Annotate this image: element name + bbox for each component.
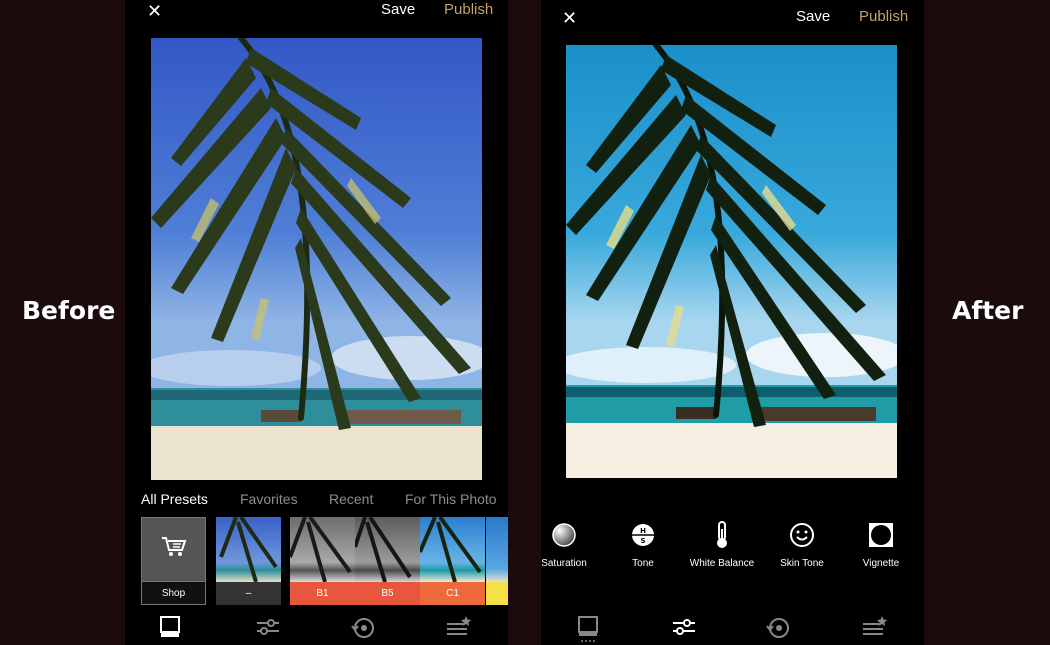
presets-icon[interactable] bbox=[577, 616, 607, 642]
history-icon[interactable] bbox=[765, 616, 795, 640]
preset-thumbnail bbox=[216, 517, 281, 583]
close-icon[interactable]: ✕ bbox=[562, 9, 577, 27]
tool-label: Tone bbox=[632, 558, 654, 569]
shop-preset-card[interactable]: Shop bbox=[141, 517, 206, 605]
adjust-sliders-icon[interactable] bbox=[255, 616, 285, 640]
preset-strip: Shop – B1 B5 C1 bbox=[141, 517, 508, 605]
tab-for-this-photo[interactable]: For This Photo bbox=[405, 491, 497, 507]
tool-label: Skin Tone bbox=[780, 558, 824, 569]
smiley-icon bbox=[757, 520, 847, 550]
thermometer-icon bbox=[677, 520, 767, 550]
tool-white-balance[interactable]: White Balance bbox=[677, 520, 767, 569]
after-phone-screen: ✕ Save Publish Saturation H S Tone White… bbox=[541, 0, 924, 645]
tool-tone[interactable]: HS Tone bbox=[598, 520, 688, 569]
preset-label-shop: Shop bbox=[142, 581, 205, 604]
preset-label-c1: C1 bbox=[420, 582, 485, 605]
tool-skin-tone[interactable]: Skin Tone bbox=[757, 520, 847, 569]
preset-c1-card[interactable]: C1 bbox=[420, 517, 485, 605]
tab-favorites[interactable]: Favorites bbox=[240, 491, 298, 507]
publish-button[interactable]: Publish bbox=[859, 9, 908, 24]
tool-vignette[interactable]: Vignette bbox=[836, 520, 924, 569]
tool-label: White Balance bbox=[689, 558, 755, 569]
photo-preview bbox=[151, 38, 482, 480]
svg-text:S: S bbox=[640, 537, 645, 545]
tone-icon: HS bbox=[598, 520, 688, 550]
save-button[interactable]: Save bbox=[796, 9, 830, 24]
preset-thumbnail bbox=[290, 517, 355, 583]
recipes-icon[interactable] bbox=[861, 616, 891, 640]
recipes-icon[interactable] bbox=[445, 616, 475, 640]
top-bar: ✕ Save Publish bbox=[541, 0, 924, 30]
bottom-nav bbox=[125, 616, 508, 645]
tool-label: Vignette bbox=[862, 558, 900, 569]
preset-label-partial bbox=[486, 582, 508, 605]
photo-preview bbox=[566, 45, 897, 478]
presets-icon[interactable] bbox=[159, 616, 189, 640]
close-icon[interactable]: ✕ bbox=[147, 2, 162, 20]
preset-thumbnail bbox=[486, 517, 508, 582]
before-label: Before bbox=[22, 296, 116, 325]
preset-partial-card[interactable] bbox=[486, 517, 508, 605]
top-bar: ✕ Save Publish bbox=[125, 0, 508, 30]
preset-tabs: All Presets Favorites Recent For This Ph… bbox=[125, 491, 508, 509]
adjustment-tools: Saturation HS Tone White Balance Skin To… bbox=[541, 520, 924, 580]
adjust-sliders-icon[interactable] bbox=[671, 616, 701, 640]
preset-none-card[interactable]: – bbox=[216, 517, 281, 605]
preset-label-b1: B1 bbox=[290, 582, 355, 605]
publish-button[interactable]: Publish bbox=[444, 2, 493, 17]
preset-label-none: – bbox=[216, 582, 281, 605]
preset-label-b5: B5 bbox=[355, 582, 420, 605]
before-phone-screen: ✕ Save Publish All Presets Favorites Rec… bbox=[125, 0, 508, 645]
after-label: After bbox=[952, 296, 1024, 325]
vignette-icon bbox=[836, 520, 924, 550]
svg-text:H: H bbox=[640, 527, 646, 535]
bottom-nav bbox=[541, 616, 924, 645]
history-icon[interactable] bbox=[350, 616, 380, 640]
shopping-cart-icon bbox=[142, 536, 205, 565]
tab-recent[interactable]: Recent bbox=[329, 491, 373, 507]
tab-all-presets[interactable]: All Presets bbox=[141, 491, 208, 507]
preset-thumbnail bbox=[355, 517, 420, 583]
save-button[interactable]: Save bbox=[381, 2, 415, 17]
preset-b1-card[interactable]: B1 bbox=[290, 517, 355, 605]
preset-thumbnail bbox=[420, 517, 485, 583]
preset-b5-card[interactable]: B5 bbox=[355, 517, 420, 605]
